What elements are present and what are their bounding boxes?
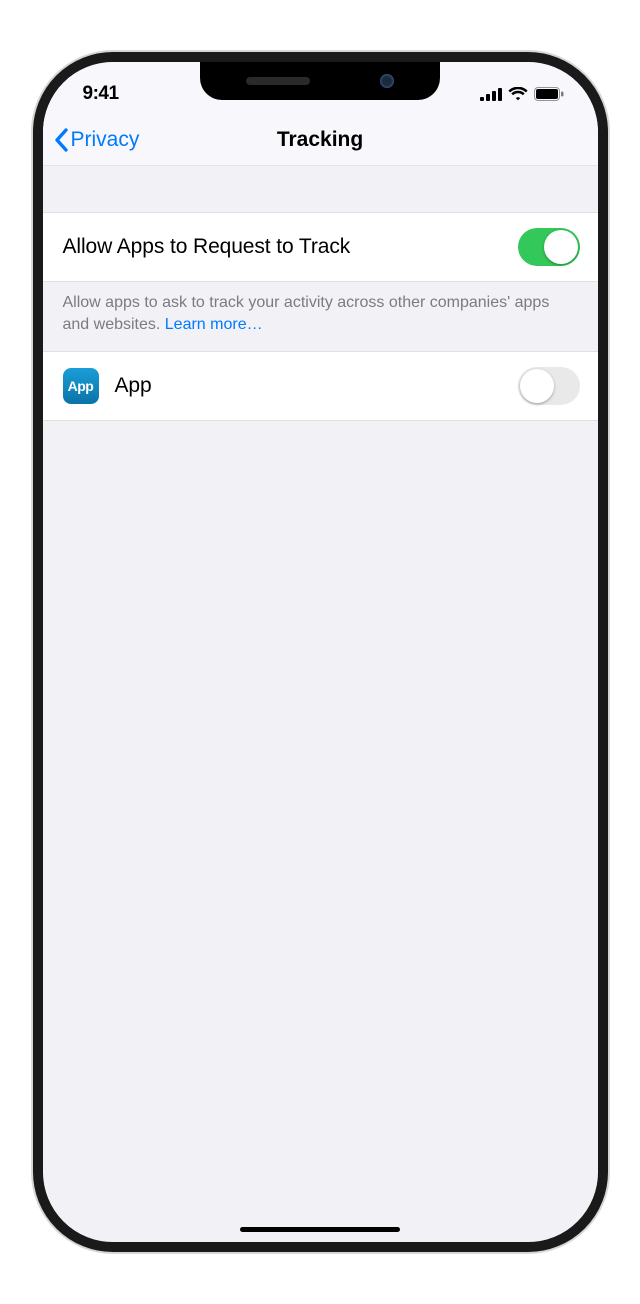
wifi-icon — [508, 87, 528, 101]
status-time: 9:41 — [83, 83, 119, 105]
app-switch[interactable] — [518, 367, 580, 405]
notch — [200, 62, 440, 100]
battery-icon — [534, 87, 564, 101]
allow-apps-switch[interactable] — [518, 228, 580, 266]
app-row: App App — [43, 351, 598, 421]
allow-apps-footer-text: Allow apps to ask to track your activity… — [63, 294, 550, 333]
content: Allow Apps to Request to Track Allow app… — [43, 166, 598, 1242]
allow-apps-row: Allow Apps to Request to Track — [43, 212, 598, 282]
nav-bar: Privacy Tracking — [43, 114, 598, 166]
allow-apps-footer: Allow apps to ask to track your activity… — [43, 282, 598, 351]
app-name-label: App — [115, 374, 518, 398]
cellular-icon — [480, 88, 502, 101]
screen: 9:41 Privacy Tracking Allow Apps to Requ… — [43, 62, 598, 1242]
status-icons — [480, 87, 564, 101]
app-icon: App — [63, 368, 99, 404]
learn-more-link[interactable]: Learn more… — [165, 316, 263, 333]
home-indicator[interactable] — [240, 1227, 400, 1232]
speaker — [246, 77, 310, 85]
device-frame: 9:41 Privacy Tracking Allow Apps to Requ… — [33, 52, 608, 1252]
apps-list: App App — [43, 351, 598, 421]
page-title: Tracking — [43, 128, 598, 152]
front-camera — [380, 74, 394, 88]
allow-apps-label: Allow Apps to Request to Track — [63, 235, 518, 259]
